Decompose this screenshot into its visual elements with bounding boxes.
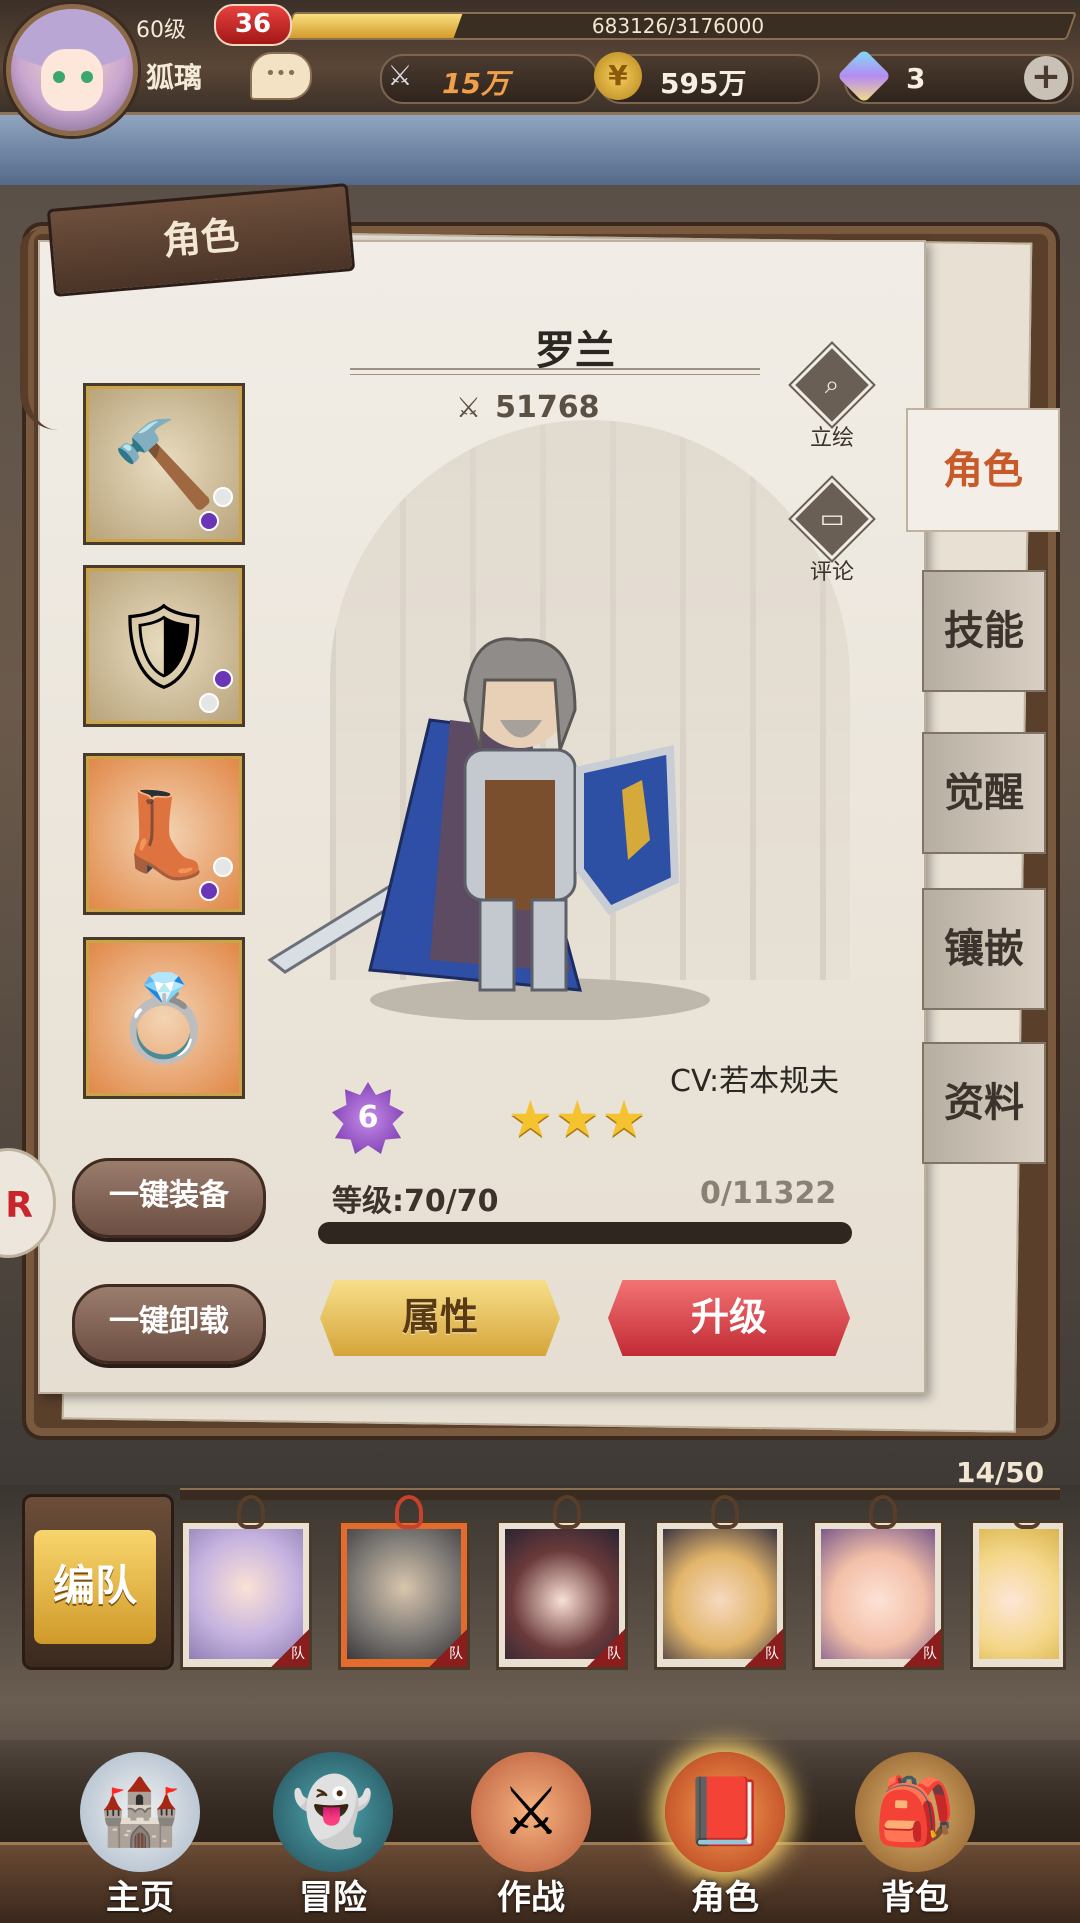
backpack-icon: 🎒	[855, 1752, 975, 1872]
tab-skill[interactable]: 技能	[922, 570, 1046, 692]
team-flag: 队	[587, 1629, 625, 1667]
roster-hero-card-selected[interactable]: 队	[338, 1495, 470, 1670]
equip-all-button[interactable]: 一键装备	[72, 1158, 266, 1238]
roster-hero-card[interactable]: 队	[812, 1495, 944, 1670]
team-flag: 队	[745, 1629, 783, 1667]
nav-adventure-label: 冒险	[299, 1878, 367, 1918]
nav-battle[interactable]: ⚔ 作战	[446, 1752, 616, 1920]
hero-sprite	[267, 637, 710, 1020]
nav-bag[interactable]: 🎒 背包	[830, 1752, 1000, 1920]
hero-power-value: 51768	[495, 390, 600, 425]
player-name: 狐璃	[146, 61, 203, 94]
equip-slot-armor[interactable]: 🛡	[86, 568, 242, 724]
tab-inlay[interactable]: 镶嵌	[922, 888, 1046, 1010]
hero-exp-label: 0/11322	[700, 1176, 837, 1211]
gold-coin-icon: ¥	[594, 52, 642, 100]
combat-power-display: ⚔ 15万	[380, 54, 598, 104]
equip-slot-weapon[interactable]: 🔨	[86, 386, 242, 542]
comment-button[interactable]: ▭ 评论	[790, 477, 874, 586]
vip-level-badge: 36	[214, 4, 292, 46]
crossed-swords-icon: ⚔	[387, 59, 413, 92]
tab-character[interactable]: 角色	[906, 408, 1060, 532]
nav-character-active[interactable]: 📕 角色	[640, 1752, 810, 1920]
book-icon: 📕	[665, 1752, 785, 1872]
team-flag: 队	[429, 1629, 467, 1667]
team-flag: 队	[903, 1629, 941, 1667]
roster-hero-card[interactable]: 队	[496, 1495, 628, 1670]
warrior-icon: ⚔	[471, 1752, 591, 1872]
magnifier-icon: ⌕	[790, 343, 874, 427]
nav-character-label: 角色	[691, 1878, 759, 1918]
crossed-swords-icon: ⚔	[456, 391, 482, 424]
player-exp-text: 683126/3176000	[591, 14, 765, 38]
combat-power-value: 15万	[442, 67, 509, 100]
equip-slot-ring[interactable]: 💍	[86, 940, 242, 1096]
voice-actor-label: CV:若本规夫	[670, 1064, 840, 1099]
tab-awaken[interactable]: 觉醒	[922, 732, 1046, 854]
roster-hero-card[interactable]: 队	[180, 1495, 312, 1670]
hero-exp-bar	[318, 1222, 852, 1244]
portrait-button[interactable]: ⌕ 立绘	[790, 343, 874, 452]
team-formation-button[interactable]: 编队	[34, 1530, 156, 1644]
attributes-button[interactable]: 属性	[320, 1280, 560, 1356]
comment-icon: ▭	[790, 477, 874, 561]
hero-power: ⚔ 51768	[456, 390, 599, 425]
equip-slot-boots[interactable]: 👢	[86, 756, 242, 912]
team-flag: 队	[271, 1629, 309, 1667]
chat-bubble-icon[interactable]: •••	[250, 52, 312, 100]
roster-count: 14/50	[956, 1456, 1045, 1489]
unequip-all-button[interactable]: 一键卸载	[72, 1284, 266, 1364]
player-level: 60级	[136, 18, 186, 43]
tab-profile[interactable]: 资料	[922, 1042, 1046, 1164]
hero-portrait	[979, 1529, 1059, 1659]
add-gem-button[interactable]: +	[1024, 56, 1068, 100]
roster-hero-card[interactable]: 队	[654, 1495, 786, 1670]
portal-icon: 👻	[273, 1752, 393, 1872]
gem-value: 3	[906, 62, 926, 95]
upgrade-button[interactable]: 升级	[608, 1280, 850, 1356]
roster-rail	[180, 1488, 1060, 1500]
name-divider	[350, 368, 760, 375]
gold-display: ¥ 595万	[594, 52, 820, 104]
nav-home[interactable]: 🏰 主页	[55, 1752, 225, 1920]
awaken-level: 6	[357, 1100, 379, 1135]
castle-icon: 🏰	[80, 1752, 200, 1872]
hero-star-rating: ★★★	[508, 1090, 649, 1148]
hero-level-label: 等级:70/70	[332, 1184, 499, 1219]
player-avatar[interactable]	[6, 4, 138, 136]
gold-value: 595万	[660, 67, 747, 100]
nav-battle-label: 作战	[497, 1878, 565, 1918]
nav-bag-label: 背包	[881, 1878, 949, 1918]
roster-hero-card[interactable]	[970, 1520, 1066, 1670]
ring-icon: 💍	[111, 969, 217, 1067]
nav-adventure[interactable]: 👻 冒险	[248, 1752, 418, 1920]
nav-home-label: 主页	[106, 1878, 174, 1918]
